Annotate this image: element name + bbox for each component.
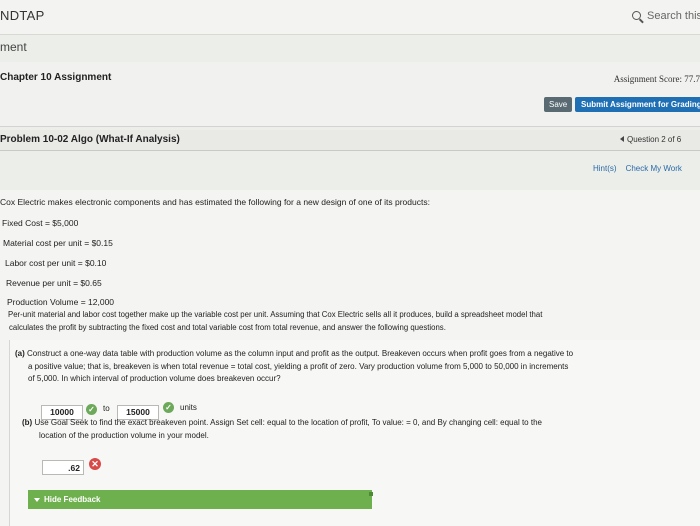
- production-volume: Production Volume = 12,000: [7, 297, 115, 307]
- prev-arrow-icon[interactable]: [620, 136, 624, 142]
- hide-feedback-label: Hide Feedback: [44, 495, 101, 504]
- hide-feedback-bar[interactable]: Hide Feedback: [28, 490, 372, 509]
- top-bar: NDTAP Search this: [0, 0, 700, 35]
- part-b-text-2: location of the production volume in you…: [39, 430, 209, 440]
- feedback-corner-marker: [369, 492, 373, 496]
- part-a-question: (a) Construct a one-way data table with …: [15, 348, 695, 386]
- part-a-label: (a): [15, 349, 25, 358]
- instructions-line-2: calculates the profit by subtracting the…: [9, 323, 446, 332]
- breadcrumb[interactable]: ment: [0, 40, 27, 54]
- assignment-score: Assignment Score: 77.7: [613, 74, 700, 84]
- save-button[interactable]: Save: [544, 97, 573, 112]
- incorrect-x-icon: ✕: [89, 458, 101, 470]
- instructions-line-1: Per-unit material and labor cost togethe…: [8, 310, 543, 319]
- search-icon: [632, 11, 641, 20]
- correct-check-icon: ✓: [163, 402, 174, 413]
- problem-intro: Cox Electric makes electronic components…: [0, 197, 430, 207]
- part-a-text-3: of 5,000. In which interval of productio…: [28, 374, 281, 383]
- to-label: to: [103, 404, 110, 413]
- material-cost: Material cost per unit = $0.15: [3, 238, 113, 248]
- part-b-question: (b) Use Goal Seek to find the exact brea…: [22, 417, 682, 442]
- part-a-text-1: Construct a one-way data table with prod…: [27, 349, 574, 358]
- collapse-caret-icon: [34, 497, 40, 502]
- question-nav[interactable]: Question 2 of 6: [620, 135, 681, 144]
- fixed-cost: Fixed Cost = $5,000: [2, 218, 79, 228]
- correct-check-icon: ✓: [86, 404, 97, 415]
- problem-header: Problem 10-02 Algo (What-If Analysis) Qu…: [0, 130, 700, 151]
- search-placeholder: Search this: [647, 10, 700, 22]
- part-b-label: (b): [22, 418, 33, 427]
- revenue-per-unit: Revenue per unit = $0.65: [6, 278, 102, 288]
- part-b-text-1: Use Goal Seek to find the exact breakeve…: [34, 418, 542, 427]
- search-box[interactable]: Search this: [632, 10, 700, 22]
- check-my-work-link[interactable]: Check My Work: [626, 164, 682, 173]
- breakeven-input[interactable]: .62: [42, 460, 84, 475]
- units-label: units: [180, 403, 197, 412]
- submit-assignment-button[interactable]: Submit Assignment for Grading: [575, 97, 700, 112]
- hints-link[interactable]: Hint(s): [593, 164, 617, 173]
- problem-title: Problem 10-02 Algo (What-If Analysis): [0, 134, 180, 145]
- hint-links: Hint(s) Check My Work: [593, 164, 691, 173]
- assignment-header: Chapter 10 Assignment Assignment Score: …: [0, 62, 700, 127]
- part-a-text-2: a positive value; that is, breakeven is …: [28, 361, 569, 371]
- brand-name: NDTAP: [0, 8, 45, 23]
- question-nav-label: Question 2 of 6: [627, 135, 682, 144]
- chapter-title: Chapter 10 Assignment: [0, 72, 112, 83]
- labor-cost: Labor cost per unit = $0.10: [5, 258, 107, 268]
